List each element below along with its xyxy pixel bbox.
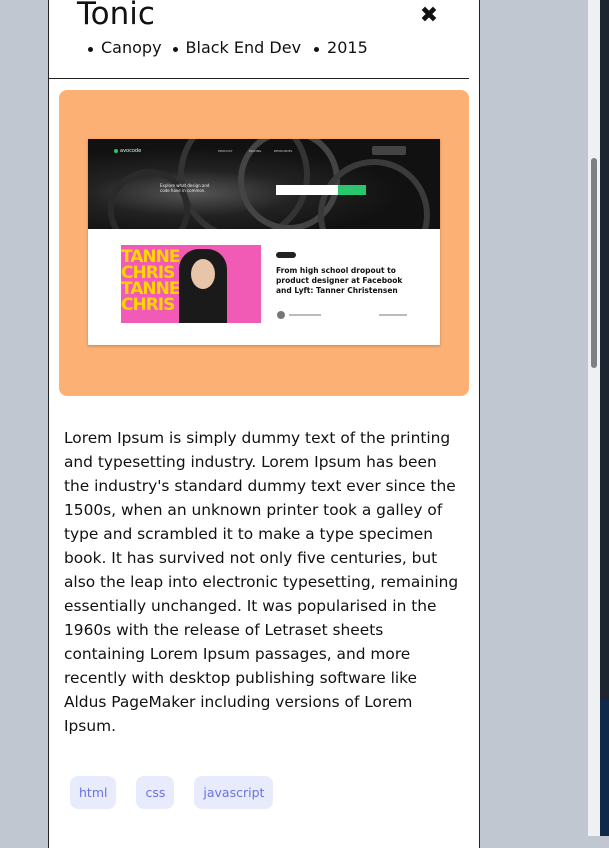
project-title: Tonic [77,0,155,32]
screenshot-date [379,314,407,316]
screenshot-cta [372,146,406,155]
screenshot-feature-image: TANNE CHRIS TANNE CHRIS [121,245,261,323]
screenshot-nav-item: RESOURCES [274,149,293,153]
scrollbar-track[interactable] [588,0,600,836]
screenshot-email-field [276,185,338,195]
meta-client: Canopy [88,38,162,57]
header-divider [49,78,469,79]
screenshot-nav-item: PRODUCT [218,149,233,153]
project-description: Lorem Ipsum is simply dummy text of the … [64,429,459,735]
project-preview-image: avocode PRODUCT PRICING RESOURCES Explor… [59,90,469,396]
screenshot-subscribe [338,185,366,195]
screenshot-article-title: From high school dropout to product desi… [276,266,403,295]
project-modal: Tonic ✖ Canopy Black End Dev 2015 avocod… [48,0,480,848]
tech-tags: html css javascript [70,776,293,809]
screenshot-badge [276,252,296,258]
website-screenshot: avocode PRODUCT PRICING RESOURCES Explor… [88,139,440,345]
close-icon[interactable]: ✖ [417,4,441,28]
scrollbar-thumb[interactable] [591,158,597,368]
meta-year: 2015 [314,38,368,57]
screenshot-tagline: Explore what design and code have in com… [160,183,210,193]
screenshot-author-avatar [277,311,285,319]
image-text: CHRIS [121,295,175,315]
screenshot-logo: avocode [113,148,142,154]
project-meta-list: Canopy Black End Dev 2015 [88,38,392,57]
tag-javascript[interactable]: javascript [194,776,274,809]
tag-html[interactable]: html [70,776,117,809]
screenshot-hero-banner: avocode PRODUCT PRICING RESOURCES Explor… [88,139,440,229]
meta-role: Black End Dev [172,38,302,57]
screenshot-nav-item: PRICING [249,149,262,153]
screenshot-author [289,314,321,316]
tag-css[interactable]: css [136,776,175,809]
portrait [179,249,227,323]
background-panel [600,700,609,836]
